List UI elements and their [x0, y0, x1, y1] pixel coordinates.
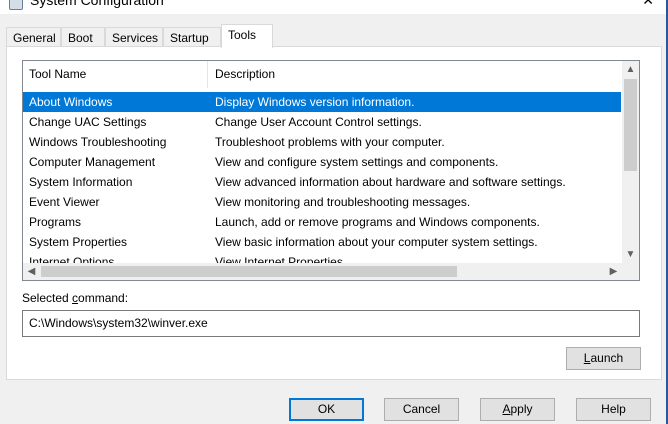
window-title: System Configuration	[30, 0, 164, 8]
close-icon[interactable]: ✕	[642, 0, 654, 8]
list-item[interactable]: Computer Management View and configure sy…	[23, 152, 621, 172]
list-header: Tool Name Description	[23, 61, 621, 88]
selected-command-label: Selected command:	[22, 291, 128, 305]
list-item[interactable]: Programs Launch, add or remove programs a…	[23, 212, 621, 232]
horizontal-scroll-thumb[interactable]	[41, 266, 457, 277]
column-header-description[interactable]: Description	[208, 61, 621, 88]
apply-accelerator: A	[502, 402, 511, 416]
tool-description: View monitoring and troubleshooting mess…	[215, 195, 471, 209]
vertical-scroll-thumb[interactable]	[624, 79, 637, 171]
scroll-down-icon[interactable]: ▼	[622, 246, 639, 263]
list-item[interactable]: Change UAC Settings Change User Account C…	[23, 112, 621, 132]
vertical-scrollbar[interactable]: ▲ ▼	[622, 61, 639, 263]
tool-description: View basic information about your comput…	[215, 235, 538, 249]
msconfig-icon	[9, 0, 23, 10]
tool-name: Change UAC Settings	[29, 115, 147, 129]
launch-label: aunch	[590, 351, 624, 365]
tool-name: System Properties	[29, 235, 128, 249]
ok-button[interactable]: OK	[289, 398, 364, 421]
selected-command-field[interactable]: C:\Windows\system32\winver.exe	[22, 310, 640, 337]
tool-name: Event Viewer	[29, 195, 100, 209]
tool-name: Windows Troubleshooting	[29, 135, 167, 149]
tool-name: About Windows	[29, 95, 113, 109]
tab-startup[interactable]: Startup	[163, 27, 221, 47]
label-part: ommand:	[78, 291, 129, 305]
list-rows: About Windows Display Windows version inf…	[23, 92, 621, 272]
list-item[interactable]: Event Viewer View monitoring and troubles…	[23, 192, 621, 212]
tool-description: Troubleshoot problems with your computer…	[215, 135, 445, 149]
tab-services[interactable]: Services	[105, 27, 163, 47]
tool-name: System Information	[29, 175, 133, 189]
scroll-right-icon[interactable]: ▶	[605, 263, 622, 280]
tool-description: View advanced information about hardware…	[215, 175, 566, 189]
column-header-tool-name[interactable]: Tool Name	[23, 61, 208, 88]
tool-description: Display Windows version information.	[215, 95, 415, 109]
horizontal-scrollbar[interactable]: ◀ ▶	[23, 263, 622, 280]
scroll-left-icon[interactable]: ◀	[23, 263, 40, 280]
list-item[interactable]: About Windows Display Windows version inf…	[23, 92, 621, 112]
tab-boot[interactable]: Boot	[61, 27, 105, 47]
title-bar: System Configuration ✕	[0, 0, 668, 14]
cancel-button[interactable]: Cancel	[384, 398, 459, 421]
help-button[interactable]: Help	[576, 398, 651, 421]
tool-name: Computer Management	[29, 155, 156, 169]
tab-general[interactable]: General	[6, 27, 61, 47]
apply-label: pply	[510, 402, 533, 416]
list-item[interactable]: System Information View advanced informat…	[23, 172, 621, 192]
tools-list[interactable]: Tool Name Description About Windows Displ…	[22, 60, 640, 281]
label-part: Selected	[22, 291, 73, 305]
scrollbar-corner	[622, 263, 639, 280]
tool-description: Change User Account Control settings.	[215, 115, 422, 129]
tab-tools[interactable]: Tools	[221, 24, 273, 48]
tool-description: View and configure system settings and c…	[215, 155, 499, 169]
launch-button[interactable]: Launch	[566, 347, 641, 370]
tool-name: Programs	[29, 215, 82, 229]
list-item[interactable]: System Properties View basic information …	[23, 232, 621, 252]
tool-description: Launch, add or remove programs and Windo…	[215, 215, 540, 229]
apply-button[interactable]: Apply	[480, 398, 555, 421]
scroll-up-icon[interactable]: ▲	[622, 61, 639, 78]
list-item[interactable]: Windows Troubleshooting Troubleshoot prob…	[23, 132, 621, 152]
